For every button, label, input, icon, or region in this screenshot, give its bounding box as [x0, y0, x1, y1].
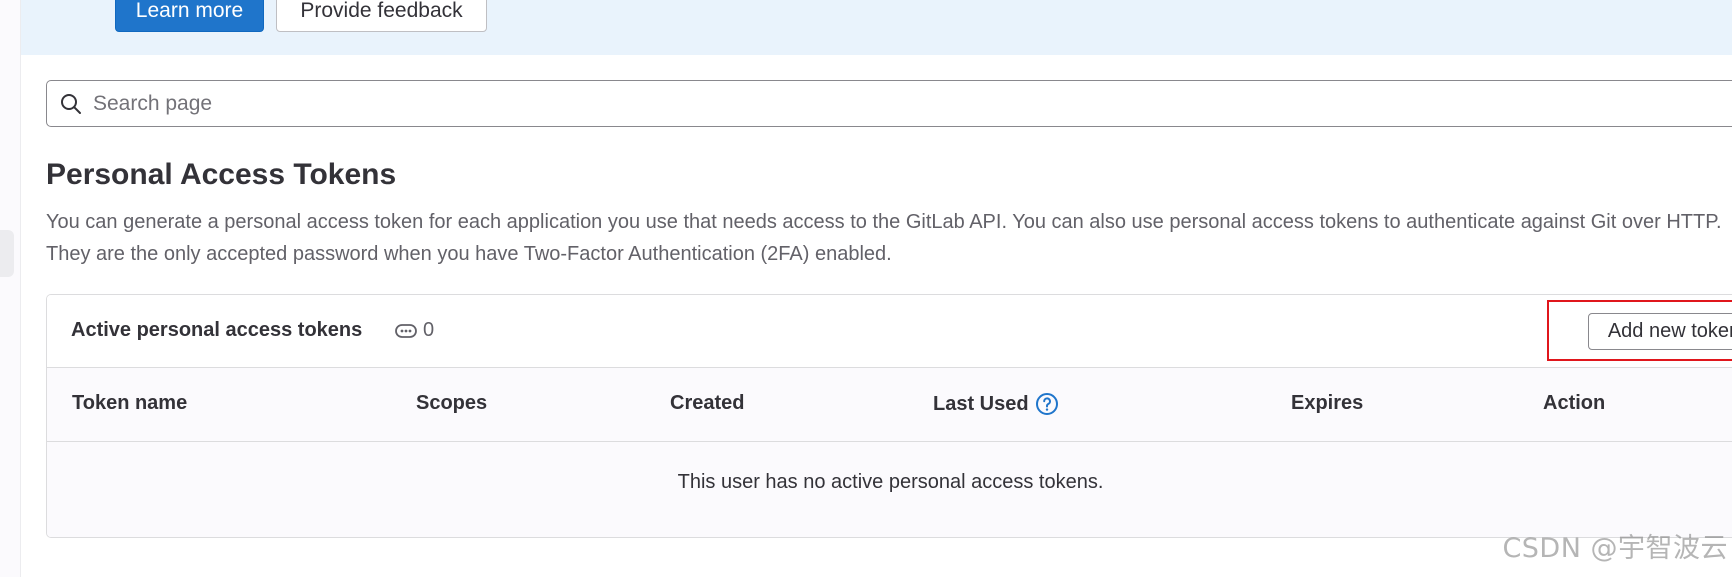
info-banner: Learn more Provide feedback — [21, 0, 1732, 55]
card-title: Active personal access tokens — [71, 319, 363, 341]
card-header: Active personal access tokens 0 Add new … — [47, 295, 1732, 368]
empty-state-message: This user has no active personal access … — [677, 471, 1104, 493]
token-count-badge: 0 — [395, 319, 434, 342]
column-header-created: Created — [670, 392, 745, 414]
page-title: Personal Access Tokens — [46, 158, 397, 191]
add-new-token-button[interactable]: Add new token — [1588, 313, 1732, 350]
search-page-field[interactable] — [46, 80, 1732, 127]
column-header-scopes: Scopes — [416, 392, 488, 414]
search-input[interactable] — [91, 90, 1595, 117]
column-header-expires: Expires — [1291, 392, 1364, 414]
column-header-last-used-label: Last Used — [933, 392, 1029, 415]
table-header-row: Token name Scopes Created Last Used Expi… — [47, 368, 1732, 442]
active-tokens-card: Active personal access tokens 0 Add new … — [46, 294, 1732, 538]
token-icon — [395, 323, 417, 339]
column-header-action: Action — [1543, 392, 1606, 414]
question-circle-icon[interactable] — [1035, 392, 1059, 416]
learn-more-button[interactable]: Learn more — [115, 0, 264, 32]
search-icon — [59, 92, 83, 116]
column-header-token-name: Token name — [72, 392, 188, 414]
page-description: You can generate a personal access token… — [46, 211, 1722, 265]
left-sidebar-rail — [0, 0, 21, 577]
empty-state-row: This user has no active personal access … — [47, 442, 1732, 537]
provide-feedback-button[interactable]: Provide feedback — [276, 0, 487, 32]
token-count: 0 — [423, 319, 435, 341]
watermark: CSDN @宇智波云 — [1502, 533, 1728, 564]
sidebar-toggle-tab[interactable] — [0, 230, 14, 277]
column-header-last-used: Last Used — [933, 392, 1059, 416]
